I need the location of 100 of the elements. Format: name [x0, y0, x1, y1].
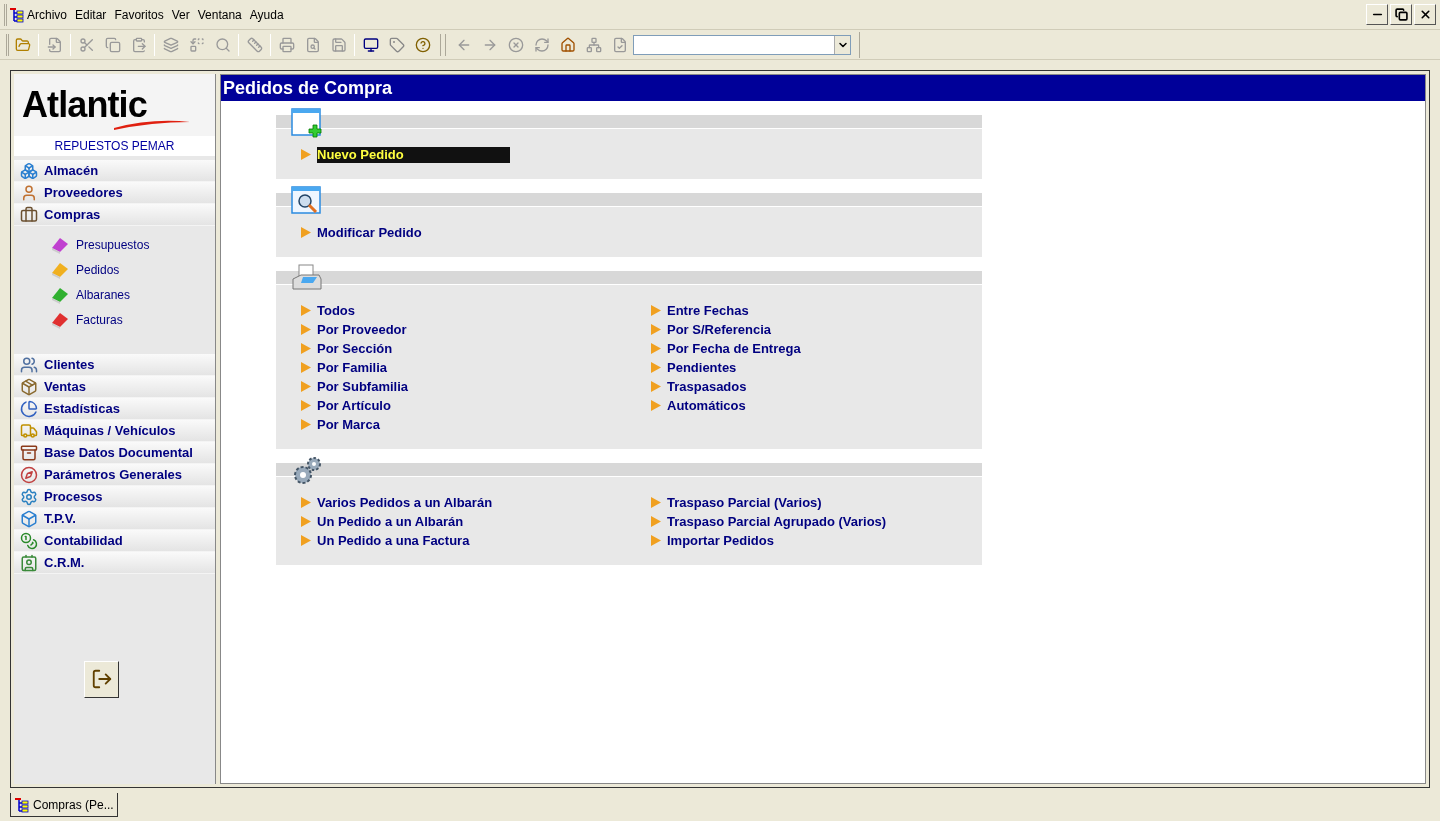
- ruler-icon: [246, 36, 263, 53]
- exit-button[interactable]: [84, 660, 119, 698]
- submodule-item[interactable]: Pedidos: [50, 257, 215, 282]
- stop-icon: [507, 36, 524, 53]
- triangle-bullet-icon: [651, 324, 661, 335]
- windows-icon: [162, 36, 179, 53]
- truck-icon: [20, 421, 38, 440]
- restore-icon: [1394, 8, 1408, 21]
- tree-list-icon: [9, 6, 25, 23]
- menu-link[interactable]: Importar Pedidos: [667, 532, 774, 549]
- module-item[interactable]: Almacén: [14, 160, 215, 182]
- menu-link[interactable]: Por Fecha de Entrega: [667, 340, 801, 357]
- triangle-bullet-icon: [301, 516, 311, 527]
- tree-list-icon: [14, 796, 30, 813]
- contact-icon: [20, 553, 38, 572]
- menu-link[interactable]: Traspasados: [667, 378, 747, 395]
- module-item[interactable]: Procesos: [14, 486, 215, 508]
- menu-link[interactable]: Pendientes: [667, 359, 737, 376]
- menu-link[interactable]: Automáticos: [667, 397, 746, 414]
- triangle-bullet-icon: [651, 305, 661, 316]
- document-icon: [46, 36, 63, 53]
- triangle-bullet-icon: [301, 343, 311, 354]
- menu-link[interactable]: Por S/Referencia: [667, 321, 772, 338]
- pie-chart-icon: [20, 399, 38, 418]
- module-item[interactable]: Proveedores: [14, 182, 215, 204]
- module-item[interactable]: Ventas: [14, 376, 215, 398]
- menu-link[interactable]: Un Pedido a un Albarán: [317, 513, 464, 530]
- module-item[interactable]: Clientes: [14, 354, 215, 376]
- save-icon: [330, 36, 347, 53]
- module-item[interactable]: Parámetros Generales: [14, 464, 215, 486]
- module-item[interactable]: Máquinas / Vehículos: [14, 420, 215, 442]
- new-window-icon: [291, 107, 323, 139]
- menu-link[interactable]: Por Familia: [317, 359, 388, 376]
- menu-item[interactable]: Favoritos: [114, 5, 164, 24]
- module-item[interactable]: T.P.V.: [14, 508, 215, 530]
- close-button[interactable]: [1414, 4, 1436, 25]
- briefcase-icon: [20, 205, 38, 224]
- package-icon: [20, 377, 38, 396]
- menu-link[interactable]: Varios Pedidos a un Albarán: [317, 494, 493, 511]
- refresh-icon: [533, 36, 550, 53]
- document-check-icon: [611, 36, 628, 53]
- triangle-bullet-icon: [301, 381, 311, 392]
- triangle-bullet-icon: [301, 419, 311, 430]
- module-item[interactable]: Base Datos Documental: [14, 442, 215, 464]
- triangle-bullet-icon: [301, 400, 311, 411]
- compass-icon: [20, 465, 38, 484]
- coins-icon: [20, 531, 38, 550]
- triangle-bullet-icon: [301, 324, 311, 335]
- module-item[interactable]: Contabilidad: [14, 530, 215, 552]
- archive-icon: [20, 443, 38, 462]
- minimize-button[interactable]: [1366, 4, 1388, 25]
- menu-item[interactable]: Ver: [171, 5, 190, 24]
- logo-text: Atlantic: [22, 84, 147, 125]
- menu-item[interactable]: Ayuda: [249, 5, 284, 24]
- menu-link[interactable]: Por Subfamilia: [317, 378, 409, 395]
- menu-link[interactable]: Entre Fechas: [667, 302, 749, 319]
- scissors-icon: [78, 36, 95, 53]
- box-icon: [20, 509, 38, 528]
- menu-link[interactable]: Por Proveedor: [317, 321, 407, 338]
- menu-link[interactable]: Por Artículo: [317, 397, 391, 414]
- magnifier-window-icon: [291, 185, 323, 217]
- restore-button[interactable]: [1390, 4, 1412, 25]
- company-label: REPUESTOS PEMAR: [14, 136, 215, 156]
- module-item[interactable]: C.R.M.: [14, 552, 215, 574]
- module-item[interactable]: Estadísticas: [14, 398, 215, 420]
- menu-link[interactable]: Traspaso Parcial Agrupado (Varios): [667, 513, 887, 530]
- submodule-item[interactable]: Albaranes: [50, 282, 215, 307]
- triangle-bullet-icon: [651, 362, 661, 373]
- menu-item[interactable]: Archivo: [27, 5, 67, 24]
- menu-item[interactable]: Ventana: [197, 5, 242, 24]
- submodule-item[interactable]: Presupuestos: [50, 232, 215, 257]
- gears-icon: [20, 487, 38, 506]
- menu-link[interactable]: Por Sección: [317, 340, 393, 357]
- open-folder-icon: [14, 36, 31, 53]
- menu-link[interactable]: Modificar Pedido: [317, 224, 422, 241]
- menu-link[interactable]: Traspaso Parcial (Varios): [667, 494, 822, 511]
- triangle-bullet-icon: [651, 516, 661, 527]
- triangle-bullet-icon: [301, 305, 311, 316]
- triangle-bullet-icon: [651, 400, 661, 411]
- people-icon: [20, 355, 38, 374]
- close-icon: [1418, 8, 1432, 21]
- module-item[interactable]: Compras: [14, 204, 215, 226]
- menu-link[interactable]: Por Marca: [317, 416, 380, 433]
- menu-link[interactable]: Un Pedido a una Factura: [317, 532, 470, 549]
- triangle-bullet-icon: [301, 227, 311, 238]
- address-combobox[interactable]: [633, 34, 851, 55]
- window-tab[interactable]: Compras (Pe...: [10, 793, 118, 817]
- menu-link[interactable]: Todos: [317, 302, 356, 319]
- exit-door-icon: [90, 668, 113, 690]
- menu-link[interactable]: Nuevo Pedido: [317, 146, 510, 163]
- gears-icon: [291, 455, 323, 487]
- search-icon: [214, 36, 231, 53]
- page-title: Pedidos de Compra: [221, 75, 1425, 101]
- menu-item[interactable]: Editar: [75, 5, 107, 24]
- monitor-icon: [362, 36, 379, 53]
- printer-icon: [278, 36, 295, 53]
- triangle-bullet-icon: [301, 497, 311, 508]
- submodule-item[interactable]: Facturas: [50, 307, 215, 332]
- triangle-bullet-icon: [651, 535, 661, 546]
- triangle-bullet-icon: [651, 343, 661, 354]
